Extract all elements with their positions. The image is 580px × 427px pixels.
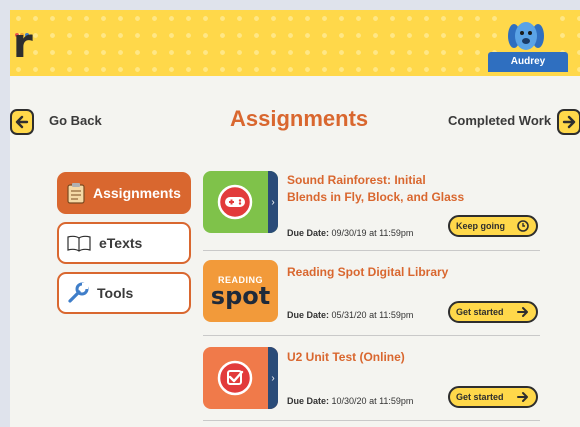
sidebar-item-tools[interactable]: Tools	[57, 272, 191, 314]
header-bar: r Audrey	[10, 10, 580, 76]
action-label: Get started	[456, 392, 504, 402]
app-logo[interactable]: r	[10, 10, 40, 70]
assignment-thumbnail[interactable]: ›	[203, 347, 278, 409]
checkbox-icon	[217, 360, 253, 396]
chevron-right-icon: ›	[268, 347, 278, 409]
open-book-icon	[67, 235, 91, 252]
arrow-right-icon	[562, 115, 576, 129]
action-label: Get started	[456, 307, 504, 317]
go-back-label[interactable]: Go Back	[49, 113, 102, 128]
app-frame: r Audrey Go Back Assignments Completed W…	[10, 10, 580, 427]
assignment-title[interactable]: Sound Rainforest: Initial Blends in Fly,…	[287, 172, 467, 206]
list-divider	[203, 335, 540, 336]
sidebar-item-assignments[interactable]: Assignments	[57, 172, 191, 214]
due-date: Due Date: 05/31/20 at 11:59pm	[287, 310, 413, 320]
logo-text-spot: spot	[210, 282, 271, 310]
due-date-value: 09/30/19 at 11:59pm	[331, 228, 414, 238]
keep-going-button[interactable]: Keep going	[448, 215, 538, 237]
clipboard-icon	[67, 183, 85, 204]
due-date: Due Date: 10/30/20 at 11:59pm	[287, 396, 413, 406]
action-label: Keep going	[456, 221, 505, 231]
due-date-value: 10/30/20 at 11:59pm	[331, 396, 414, 406]
arrow-left-icon	[15, 115, 29, 129]
clock-icon	[517, 220, 529, 232]
page-title: Assignments	[230, 106, 369, 131]
completed-work-button[interactable]	[557, 109, 580, 135]
assignment-title[interactable]: U2 Unit Test (Online)	[287, 349, 467, 366]
assignment-title[interactable]: Reading Spot Digital Library	[287, 264, 467, 281]
sidebar-item-label: Tools	[97, 285, 134, 301]
due-date: Due Date: 09/30/19 at 11:59pm	[287, 228, 413, 238]
list-divider	[203, 420, 540, 421]
get-started-button[interactable]: Get started	[448, 301, 538, 323]
sidebar-item-etexts[interactable]: eTexts	[57, 222, 191, 264]
due-date-prefix: Due Date:	[287, 396, 330, 406]
get-started-button[interactable]: Get started	[448, 386, 538, 408]
dog-avatar-icon	[508, 22, 544, 50]
avatar[interactable]	[500, 14, 552, 54]
arrow-right-icon	[517, 307, 528, 317]
logo-letter: r	[13, 21, 33, 67]
sidebar-item-label: eTexts	[99, 235, 143, 251]
wrench-icon	[68, 282, 89, 303]
assignment-thumbnail[interactable]: READING spot	[203, 260, 278, 322]
game-controller-icon	[217, 184, 253, 220]
assignment-thumbnail[interactable]: ›	[203, 171, 278, 233]
arrow-right-icon	[517, 392, 528, 402]
due-date-prefix: Due Date:	[287, 310, 330, 320]
sidebar-item-label: Assignments	[93, 185, 181, 201]
user-name-tag[interactable]: Audrey	[488, 52, 568, 72]
reading-spot-logo: READING spot	[203, 260, 278, 322]
chevron-right-icon: ›	[268, 171, 278, 233]
due-date-value: 05/31/20 at 11:59pm	[331, 310, 414, 320]
due-date-prefix: Due Date:	[287, 228, 330, 238]
go-back-button[interactable]	[10, 109, 34, 135]
list-divider	[203, 250, 540, 251]
completed-work-label[interactable]: Completed Work	[448, 113, 551, 128]
